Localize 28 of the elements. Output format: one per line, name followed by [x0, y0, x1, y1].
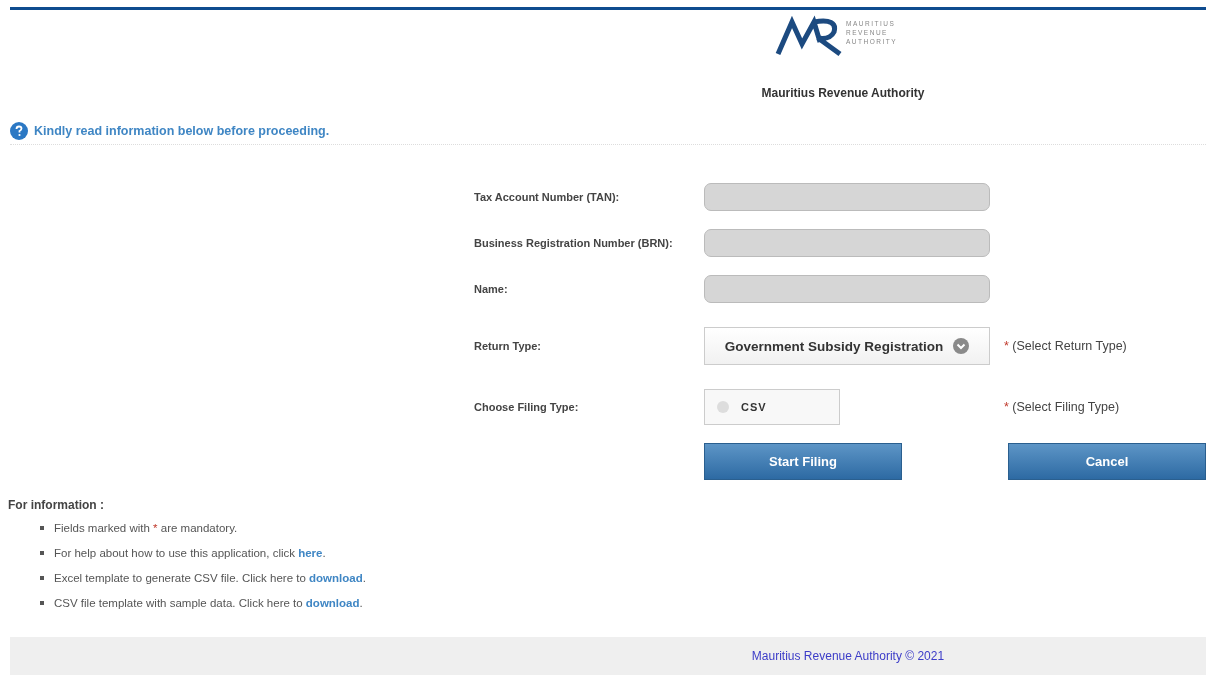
- cancel-button[interactable]: Cancel: [1008, 443, 1206, 480]
- return-type-dropdown[interactable]: Government Subsidy Registration: [704, 327, 990, 365]
- field-label: Name:: [474, 283, 509, 295]
- info-text: CSV file template with sample data. Click here to download.: [54, 597, 363, 609]
- help-icon: [10, 122, 28, 140]
- copyright-text: Mauritius Revenue Authority © 2021: [751, 649, 945, 663]
- radio-option[interactable]: CSV: [704, 389, 840, 425]
- info-title: For information :: [8, 498, 105, 512]
- field-label: Choose Filing Type:: [474, 401, 580, 413]
- info-text: Excel template to generate CSV file. Click here to download.: [54, 572, 366, 584]
- notice-text: Kindly read information below before proceeding.: [34, 124, 330, 138]
- required-hint: * (Select Return Type): [1004, 339, 1128, 353]
- start-filing-button[interactable]: Start Filing: [704, 443, 902, 480]
- bullet: [40, 601, 44, 605]
- info-text: For help about how to use this application, click here.: [54, 547, 326, 559]
- field-label: Business Registration Number (BRN):: [474, 237, 674, 249]
- bullet: [40, 551, 44, 555]
- bullet: [40, 526, 44, 530]
- link[interactable]: download: [305, 597, 360, 609]
- link[interactable]: here: [298, 547, 323, 559]
- info-text: Fields marked with * are mandatory.: [54, 522, 238, 534]
- authority-title: Mauritius Revenue Authority: [761, 86, 925, 100]
- required-hint: * (Select Filing Type): [1004, 400, 1121, 414]
- field-label: Tax Account Number (TAN):: [474, 191, 621, 203]
- chevron-down-icon: [953, 338, 970, 354]
- bullet: [40, 576, 44, 580]
- field-label: Return Type:: [474, 340, 543, 352]
- link[interactable]: download: [309, 572, 363, 584]
